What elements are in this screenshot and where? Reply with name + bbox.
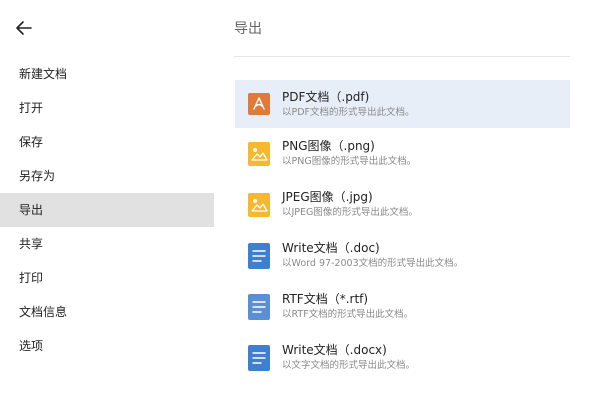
export-panel: 导出 PDF文档（.pdf) 以PDF文档的形式导出此文档。 PNG图像（.pn… [214, 0, 600, 394]
item-description: 以JPEG图像的形式导出此文档。 [282, 207, 418, 218]
document-icon [247, 242, 271, 270]
item-title: PNG图像（.png) [282, 139, 375, 153]
item-description: 以PNG图像的形式导出此文档。 [282, 156, 417, 167]
item-description: 以RTF文档的形式导出此文档。 [282, 309, 414, 320]
export-jpeg-item[interactable]: JPEG图像（.jpg) 以JPEG图像的形式导出此文档。 [235, 179, 570, 230]
sidebar-item-open[interactable]: 打开 [0, 91, 214, 125]
item-title: RTF文档（*.rtf) [282, 292, 369, 306]
document-icon [247, 344, 271, 372]
sidebar-item-options[interactable]: 选项 [0, 329, 214, 363]
export-format-list: PDF文档（.pdf) 以PDF文档的形式导出此文档。 PNG图像（.png) … [235, 80, 570, 383]
sidebar-item-new[interactable]: 新建文档 [0, 57, 214, 91]
arrow-left-icon [16, 21, 32, 35]
sidebar-item-doc-info[interactable]: 文档信息 [0, 295, 214, 329]
sidebar-item-save[interactable]: 保存 [0, 125, 214, 159]
back-button[interactable] [14, 18, 34, 38]
pdf-icon [247, 90, 271, 118]
item-description: 以PDF文档的形式导出此文档。 [282, 106, 415, 118]
item-description: 以Word 97-2003文档的形式导出此文档。 [282, 258, 464, 269]
image-icon [247, 191, 271, 219]
export-pdf-item[interactable]: PDF文档（.pdf) 以PDF文档的形式导出此文档。 [235, 80, 570, 128]
image-icon [247, 140, 271, 168]
sidebar-nav: 新建文档 打开 保存 另存为 导出 共享 打印 文档信息 选项 [0, 57, 214, 363]
sidebar-item-export[interactable]: 导出 [0, 193, 214, 227]
item-title: Write文档（.docx) [282, 343, 387, 357]
page-title: 导出 [234, 21, 262, 37]
item-title: JPEG图像（.jpg) [282, 190, 373, 204]
item-title: Write文档（.doc) [282, 241, 380, 255]
export-docx-item[interactable]: Write文档（.docx) 以文字文档的形式导出此文档。 [235, 332, 570, 383]
item-description: 以文字文档的形式导出此文档。 [282, 360, 416, 371]
sidebar-item-share[interactable]: 共享 [0, 227, 214, 261]
export-rtf-item[interactable]: RTF文档（*.rtf) 以RTF文档的形式导出此文档。 [235, 281, 570, 332]
document-icon [247, 293, 271, 321]
export-png-item[interactable]: PNG图像（.png) 以PNG图像的形式导出此文档。 [235, 128, 570, 179]
export-doc-item[interactable]: Write文档（.doc) 以Word 97-2003文档的形式导出此文档。 [235, 230, 570, 281]
sidebar: 新建文档 打开 保存 另存为 导出 共享 打印 文档信息 选项 [0, 0, 214, 394]
item-title: PDF文档（.pdf) [282, 89, 370, 104]
sidebar-item-save-as[interactable]: 另存为 [0, 159, 214, 193]
sidebar-item-print[interactable]: 打印 [0, 261, 214, 295]
divider [234, 56, 570, 57]
